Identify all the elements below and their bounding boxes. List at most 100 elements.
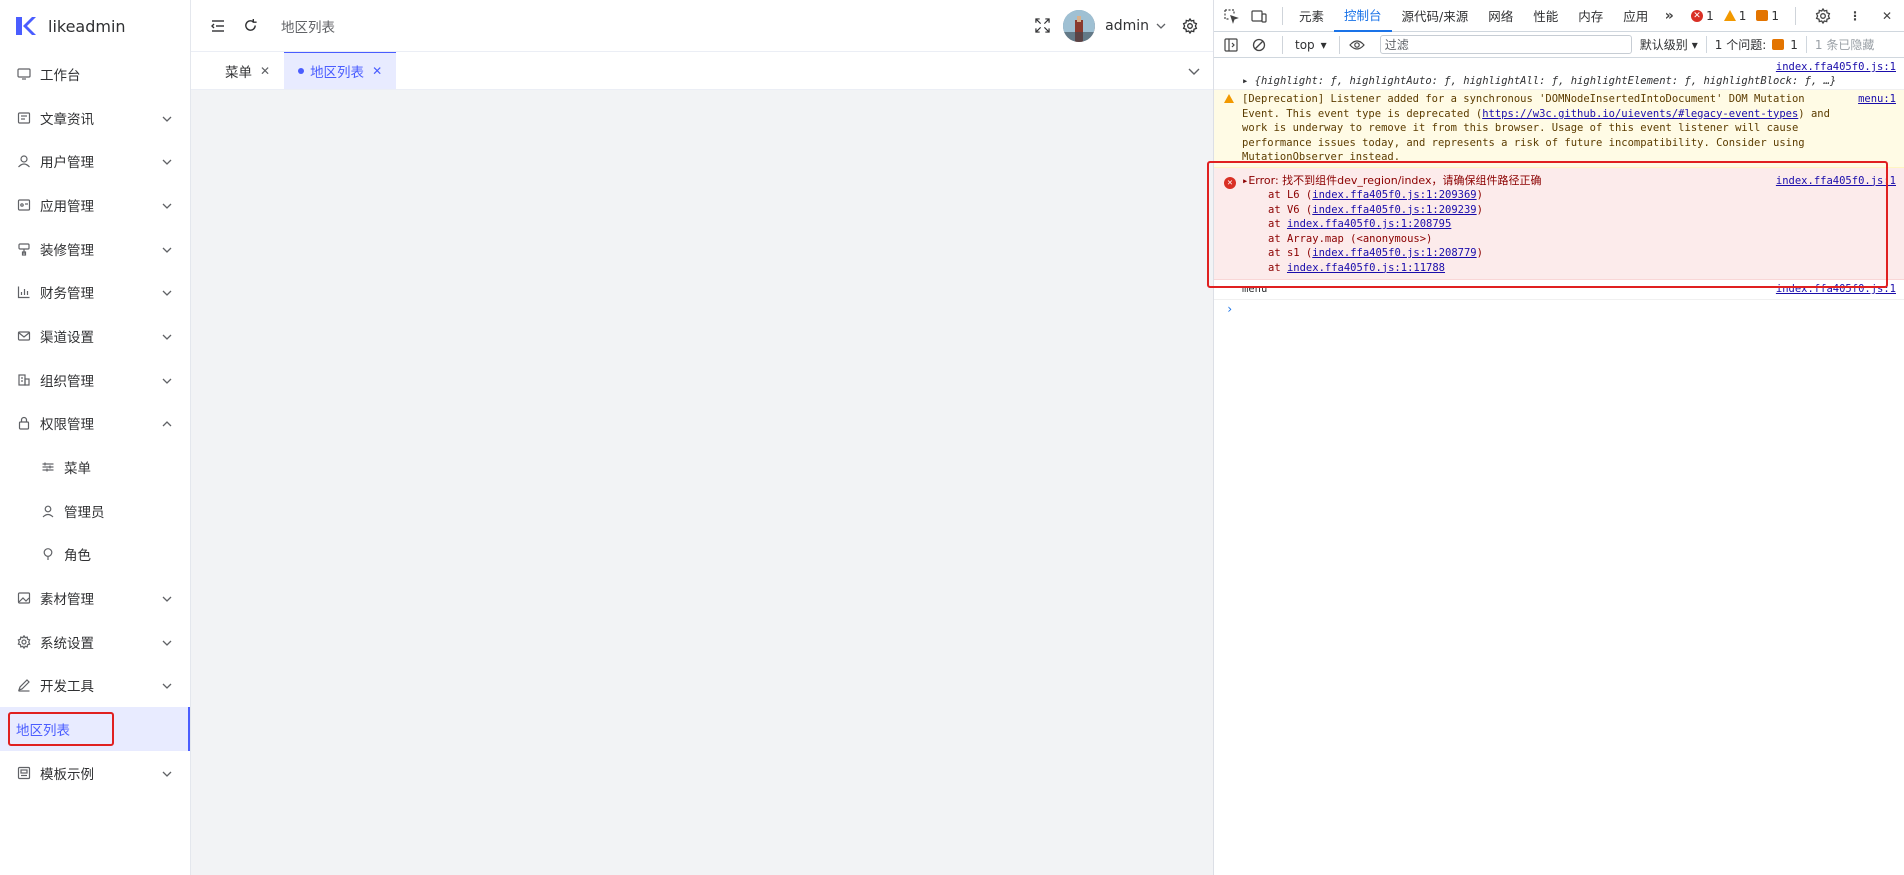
user-name[interactable]: admin — [1105, 18, 1149, 34]
warning-icon — [1723, 10, 1736, 21]
devtools-tab-performance[interactable]: 性能 — [1523, 0, 1568, 32]
stack-frame-link[interactable]: index.ffa405f0.js:1:11788 — [1287, 262, 1445, 274]
stack-frame-link[interactable]: index.ffa405f0.js:1:209239 — [1312, 204, 1476, 216]
active-dot-icon — [298, 68, 305, 74]
sidebar-item[interactable]: 菜单 — [0, 445, 190, 489]
log-level-select[interactable]: 默认级别 ▾ — [1640, 36, 1707, 53]
sidebar-item[interactable]: 管理员 — [0, 489, 190, 533]
logo[interactable]: likeadmin — [0, 0, 190, 52]
sidebar-item[interactable]: 角色 — [0, 533, 190, 577]
avatar[interactable] — [1063, 9, 1096, 42]
devtools-tab-application[interactable]: 应用 — [1613, 0, 1658, 32]
error-stack: at L6 (index.ffa405f0.js:1:209369) at V6 … — [1242, 188, 1896, 275]
sidebar-item-label: 开发工具 — [40, 679, 94, 696]
sidebar-item[interactable]: 组织管理 — [0, 358, 190, 402]
stack-frame-link[interactable]: index.ffa405f0.js:1:209369 — [1312, 189, 1476, 201]
sidebar-item-label: 角色 — [64, 548, 91, 565]
sidebar-item[interactable]: 开发工具 — [0, 664, 190, 708]
stack-frame-text: at V6 ( — [1268, 203, 1313, 216]
sidebar-item[interactable]: 权限管理 — [0, 402, 190, 446]
sidebar-toggle-icon[interactable] — [1220, 34, 1242, 56]
collapse-menu-icon[interactable] — [209, 17, 227, 35]
close-devtools-icon[interactable]: ✕ — [1876, 5, 1898, 27]
sidebar-item[interactable]: 装修管理 — [0, 227, 190, 271]
bulb-icon — [40, 546, 56, 562]
sidebar-item[interactable]: 素材管理 — [0, 576, 190, 620]
clear-console-icon[interactable] — [1248, 34, 1270, 56]
sidebar-item-label: 管理员 — [64, 504, 105, 521]
more-tabs-icon[interactable]: » — [1658, 5, 1680, 27]
source-link[interactable]: index.ffa405f0.js:1 — [1776, 60, 1896, 75]
decorate-icon — [16, 241, 32, 257]
warning-link[interactable]: https://w3c.github.io/uievents/#legacy-e… — [1482, 108, 1798, 120]
logged-object[interactable]: {highlight: ƒ, highlightAuto: ƒ, highlig… — [1255, 75, 1837, 87]
app-icon — [16, 197, 32, 213]
console-log-line: index.ffa405f0.js:1 menu — [1214, 280, 1904, 300]
chevron-down-icon[interactable] — [1155, 17, 1167, 35]
source-link[interactable]: menu:1 — [1858, 92, 1896, 107]
tab-label: 菜单 — [225, 64, 252, 81]
sidebar-item[interactable]: 地区列表 — [0, 707, 190, 751]
device-toolbar-icon[interactable] — [1248, 5, 1270, 27]
devtools-tab-elements[interactable]: 元素 — [1289, 0, 1334, 32]
building-icon — [16, 372, 32, 388]
info-count[interactable]: 1 — [1756, 9, 1779, 23]
stack-frame-link[interactable]: index.ffa405f0.js:1:208795 — [1287, 218, 1451, 230]
refresh-icon[interactable] — [241, 17, 259, 35]
source-link[interactable]: index.ffa405f0.js:1 — [1776, 282, 1896, 297]
sidebar-item[interactable]: 工作台 — [0, 52, 190, 96]
tab-region-list[interactable]: 地区列表 ✕ — [284, 52, 397, 89]
console-output: index.ffa405f0.js:1 ▸ {highlight: ƒ, hig… — [1214, 58, 1904, 318]
sidebar-item-label: 文章资讯 — [40, 111, 94, 128]
devtools-panel: 元素 控制台 源代码/来源 网络 性能 内存 应用 » ✕1 1 1 ⋮ ✕ — [1207, 0, 1904, 875]
sidebar-item[interactable]: 系统设置 — [0, 620, 190, 664]
stack-frame: at L6 (index.ffa405f0.js:1:209369) — [1268, 188, 1896, 203]
tab-menu[interactable]: 菜单 ✕ — [211, 52, 284, 89]
separator — [1795, 6, 1796, 25]
devtools-tab-network[interactable]: 网络 — [1478, 0, 1523, 32]
close-icon[interactable]: ✕ — [260, 64, 270, 78]
sidebar-item-label: 系统设置 — [40, 635, 94, 652]
devtools-status: ✕ 1 1 1 ⋮ ✕ — [1691, 5, 1904, 27]
sidebar-item[interactable]: 财务管理 — [0, 270, 190, 314]
kebab-menu-icon[interactable]: ⋮ — [1844, 5, 1866, 27]
sidebar-item[interactable]: 模板示例 — [0, 751, 190, 795]
sidebar-item[interactable]: 用户管理 — [0, 139, 190, 183]
sidebar-item-label: 权限管理 — [40, 417, 94, 434]
stack-frame-link[interactable]: index.ffa405f0.js:1:208779 — [1312, 247, 1476, 259]
fullscreen-icon[interactable] — [1033, 17, 1051, 35]
filter-input[interactable] — [1379, 35, 1632, 54]
console-prompt[interactable]: › — [1214, 300, 1904, 319]
chevron-down-icon — [162, 199, 174, 211]
tabs-chevron-down-icon[interactable] — [1187, 64, 1201, 78]
source-link[interactable]: index.ffa405f0.js:1 — [1776, 174, 1896, 189]
console-error: ✕ index.ffa405f0.js:1 ▸Error: 找不到组件dev_r… — [1214, 167, 1904, 280]
close-icon[interactable]: ✕ — [372, 64, 382, 78]
devtools-settings-gear-icon[interactable] — [1812, 5, 1834, 27]
inspect-element-icon[interactable] — [1220, 5, 1242, 27]
settings-gear-icon[interactable] — [1181, 17, 1199, 35]
sidebar-item[interactable]: 应用管理 — [0, 183, 190, 227]
sidebar-item[interactable]: 渠道设置 — [0, 314, 190, 358]
error-title: Error: 找不到组件dev_region/index，请确保组件路径正确 — [1248, 173, 1542, 187]
issues-icon — [1772, 39, 1785, 50]
live-expression-eye-icon[interactable] — [1346, 34, 1368, 56]
tabs-bar: 菜单 ✕ 地区列表 ✕ — [191, 52, 1213, 90]
expand-triangle-icon[interactable]: ▸ — [1242, 75, 1255, 87]
context-select[interactable]: top ▾ — [1295, 38, 1327, 52]
issues-button[interactable]: 1 个问题: 1 — [1707, 36, 1807, 53]
sidebar-item-label: 应用管理 — [40, 198, 94, 215]
stack-frame: at index.ffa405f0.js:1:11788 — [1268, 261, 1896, 276]
sidebar-menu: 工作台文章资讯用户管理应用管理装修管理 财务管理 渠道设置 组织管理权限管理菜单管理员… — [0, 52, 190, 795]
devtools-tab-memory[interactable]: 内存 — [1568, 0, 1613, 32]
tab-label: 地区列表 — [310, 65, 365, 81]
devtools-tab-sources[interactable]: 源代码/来源 — [1392, 0, 1479, 32]
stack-frame: at Array.map (<anonymous>) — [1268, 232, 1896, 247]
stack-frame: at s1 (index.ffa405f0.js:1:208779) — [1268, 246, 1896, 261]
error-icon: ✕ — [1691, 9, 1704, 22]
devtools-tab-console[interactable]: 控制台 — [1334, 0, 1392, 32]
sidebar-item[interactable]: 文章资讯 — [0, 96, 190, 140]
warning-count[interactable]: 1 — [1723, 9, 1746, 23]
stack-frame-text: ) — [1476, 189, 1483, 201]
error-count[interactable]: ✕ 1 — [1691, 9, 1714, 23]
